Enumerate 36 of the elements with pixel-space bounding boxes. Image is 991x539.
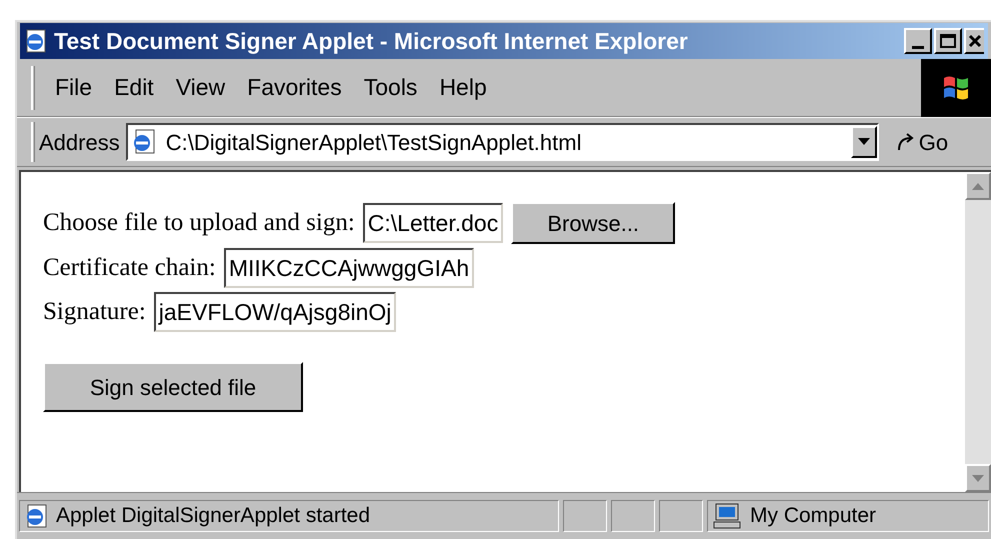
scroll-up-button[interactable]	[965, 172, 991, 200]
sign-file-button[interactable]: Sign selected file	[43, 362, 303, 412]
close-button[interactable]	[964, 28, 984, 54]
menu-item[interactable]: Tools	[356, 70, 426, 105]
status-pane	[563, 500, 607, 532]
down-arrow-icon	[972, 474, 984, 482]
field-label: Choose file to upload and sign:	[43, 208, 355, 238]
address-field[interactable]: C:\DigitalSignerApplet\TestSignApplet.html	[126, 123, 879, 161]
menu-item[interactable]: View	[168, 70, 234, 105]
windows-flag-icon	[942, 74, 970, 100]
status-message: Applet DigitalSignerApplet started	[56, 503, 370, 530]
input-field[interactable]: jaEVFLOW/qAjsg8inOj	[154, 292, 396, 332]
browse-button[interactable]: Browse...	[511, 202, 676, 244]
field-label: Certificate chain:	[43, 253, 216, 284]
status-pane	[659, 500, 703, 532]
menu-item[interactable]: Edit	[106, 70, 162, 105]
maximize-button[interactable]	[934, 28, 962, 54]
input-field[interactable]: MIIKCzCCAjwwggGIAh	[224, 248, 474, 288]
caret-icon	[858, 138, 870, 146]
scroll-down-button[interactable]	[965, 464, 991, 492]
address-label: Address	[39, 128, 120, 156]
input-field[interactable]: C:\Letter.doc	[362, 203, 504, 243]
up-arrow-icon	[972, 182, 984, 190]
close-icon	[968, 34, 982, 48]
minimize-button[interactable]	[904, 28, 932, 54]
dropdown-button[interactable]	[850, 126, 877, 158]
field-label: Signature:	[43, 297, 146, 328]
computer-icon	[712, 503, 742, 529]
zone-label: My Computer	[750, 503, 876, 530]
window-title: Test Document Signer Applet - Microsoft Internet Explorer	[54, 26, 689, 56]
status-pane	[611, 500, 655, 532]
menu-item[interactable]: File	[47, 70, 100, 105]
go-button[interactable]: Go	[894, 126, 948, 158]
menu-item[interactable]: Help	[431, 70, 495, 105]
menu-item[interactable]: Favorites	[239, 70, 350, 105]
vertical-scrollbar[interactable]	[965, 172, 991, 492]
